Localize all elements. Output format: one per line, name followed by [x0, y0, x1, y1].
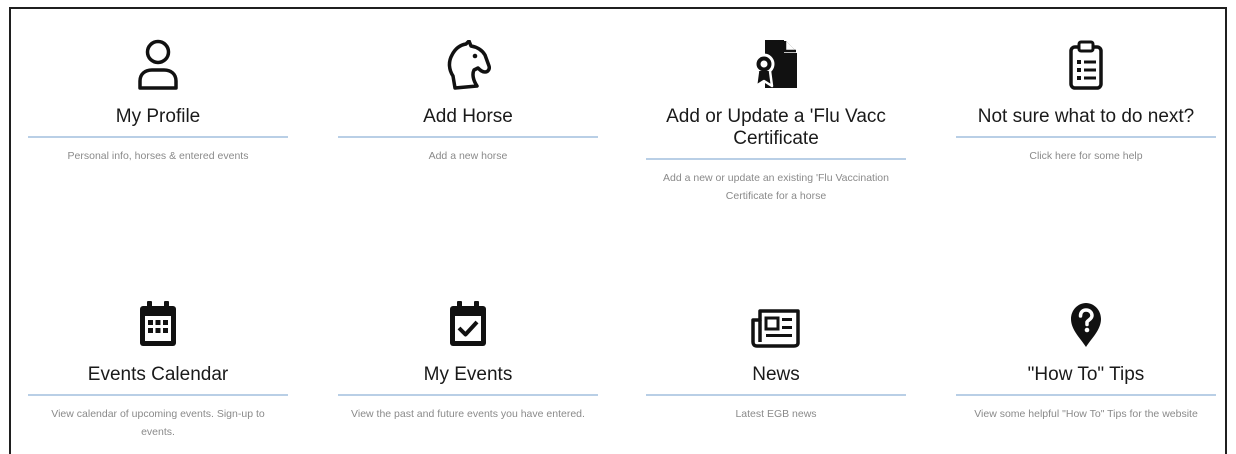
calendar-check-icon [448, 288, 488, 348]
tile-description: Click here for some help [1029, 150, 1143, 162]
tile-description: View the past and future events you have… [351, 408, 585, 420]
tile-my-events[interactable]: My Events View the past and future event… [338, 288, 598, 423]
tile-add-horse[interactable]: Add Horse Add a new horse [338, 30, 598, 165]
question-marker-icon [1069, 288, 1103, 348]
tile-description: Add a new horse [428, 150, 508, 162]
tile-description: Latest EGB news [735, 408, 817, 420]
tile-title: My Profile [28, 106, 288, 138]
user-icon [136, 30, 180, 90]
tile-description: Personal info, horses & entered events [67, 150, 249, 162]
tile-events-calendar[interactable]: Events Calendar View calendar of upcomin… [28, 288, 288, 441]
tile-title: Events Calendar [28, 364, 288, 396]
tile-title: Not sure what to do next? [956, 106, 1216, 138]
tile-description: Add a new or update an existing 'Flu Vac… [663, 172, 889, 202]
dashboard-grid: My Profile Personal info, horses & enter… [0, 0, 1236, 454]
horse-head-icon [445, 30, 491, 90]
tile-my-profile[interactable]: My Profile Personal info, horses & enter… [28, 30, 288, 165]
certificate-icon [751, 30, 801, 90]
tile-title: News [646, 364, 906, 396]
tile-title: My Events [338, 364, 598, 396]
clipboard-list-icon [1068, 30, 1104, 90]
tile-description: View calendar of upcoming events. Sign-u… [51, 408, 265, 438]
tile-title: Add Horse [338, 106, 598, 138]
tile-flu-vacc-certificate[interactable]: Add or Update a 'Flu Vacc Certificate Ad… [646, 30, 906, 205]
newspaper-icon [751, 288, 801, 348]
tile-description: View some helpful "How To" Tips for the … [974, 408, 1198, 420]
tile-title: Add or Update a 'Flu Vacc Certificate [646, 106, 906, 160]
tile-title: "How To" Tips [956, 364, 1216, 396]
tile-how-to-tips[interactable]: "How To" Tips View some helpful "How To"… [956, 288, 1216, 423]
tile-not-sure-help[interactable]: Not sure what to do next? Click here for… [956, 30, 1216, 165]
calendar-icon [138, 288, 178, 348]
tile-news[interactable]: News Latest EGB news [646, 288, 906, 423]
